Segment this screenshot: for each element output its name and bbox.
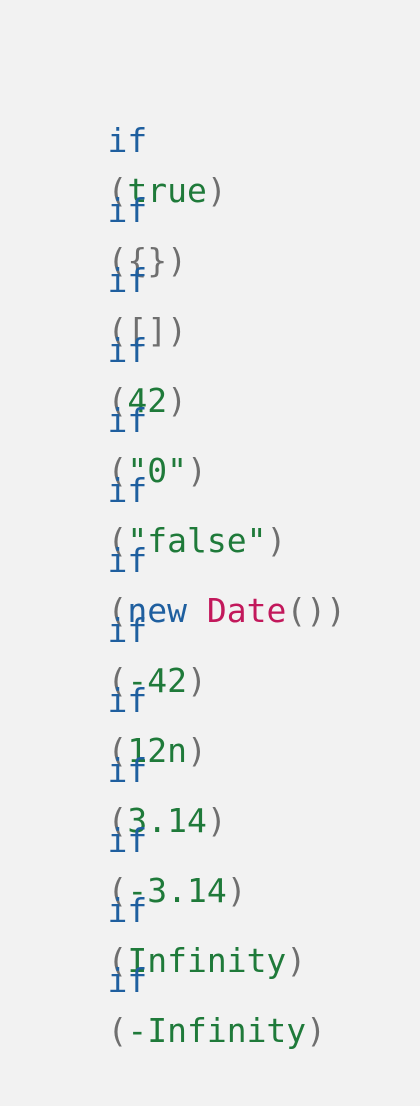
code-line: if (true) (28, 66, 226, 210)
code-line: if ([]) (28, 206, 186, 350)
punctuation-token: ()) (286, 591, 346, 630)
code-line: if ({}) (28, 136, 186, 280)
literal-token: -Infinity (127, 1011, 307, 1050)
code-line: if (42) (28, 276, 187, 420)
code-line: if (3.14) (28, 696, 226, 840)
code-line: if (Infinity) (28, 836, 306, 980)
punctuation-token: ( (107, 1011, 128, 1050)
punctuation-token: ) (206, 171, 227, 210)
code-line: if ("0") (28, 346, 206, 490)
code-line: if (-42) (28, 556, 206, 700)
class-name-token: Date (206, 591, 287, 630)
code-line: if (-3.14) (28, 766, 246, 910)
code-line: if ("false") (28, 416, 286, 560)
punctuation-token: ) (306, 1011, 327, 1050)
code-line: if (new Date()) (28, 486, 345, 630)
code-line: if (12n) (28, 626, 206, 770)
code-line: if (-Infinity) (28, 906, 326, 1050)
keyword-token: if (107, 961, 148, 1000)
code-block: if (true) if ({}) if ([]) if (42) if ("0… (0, 0, 420, 1050)
